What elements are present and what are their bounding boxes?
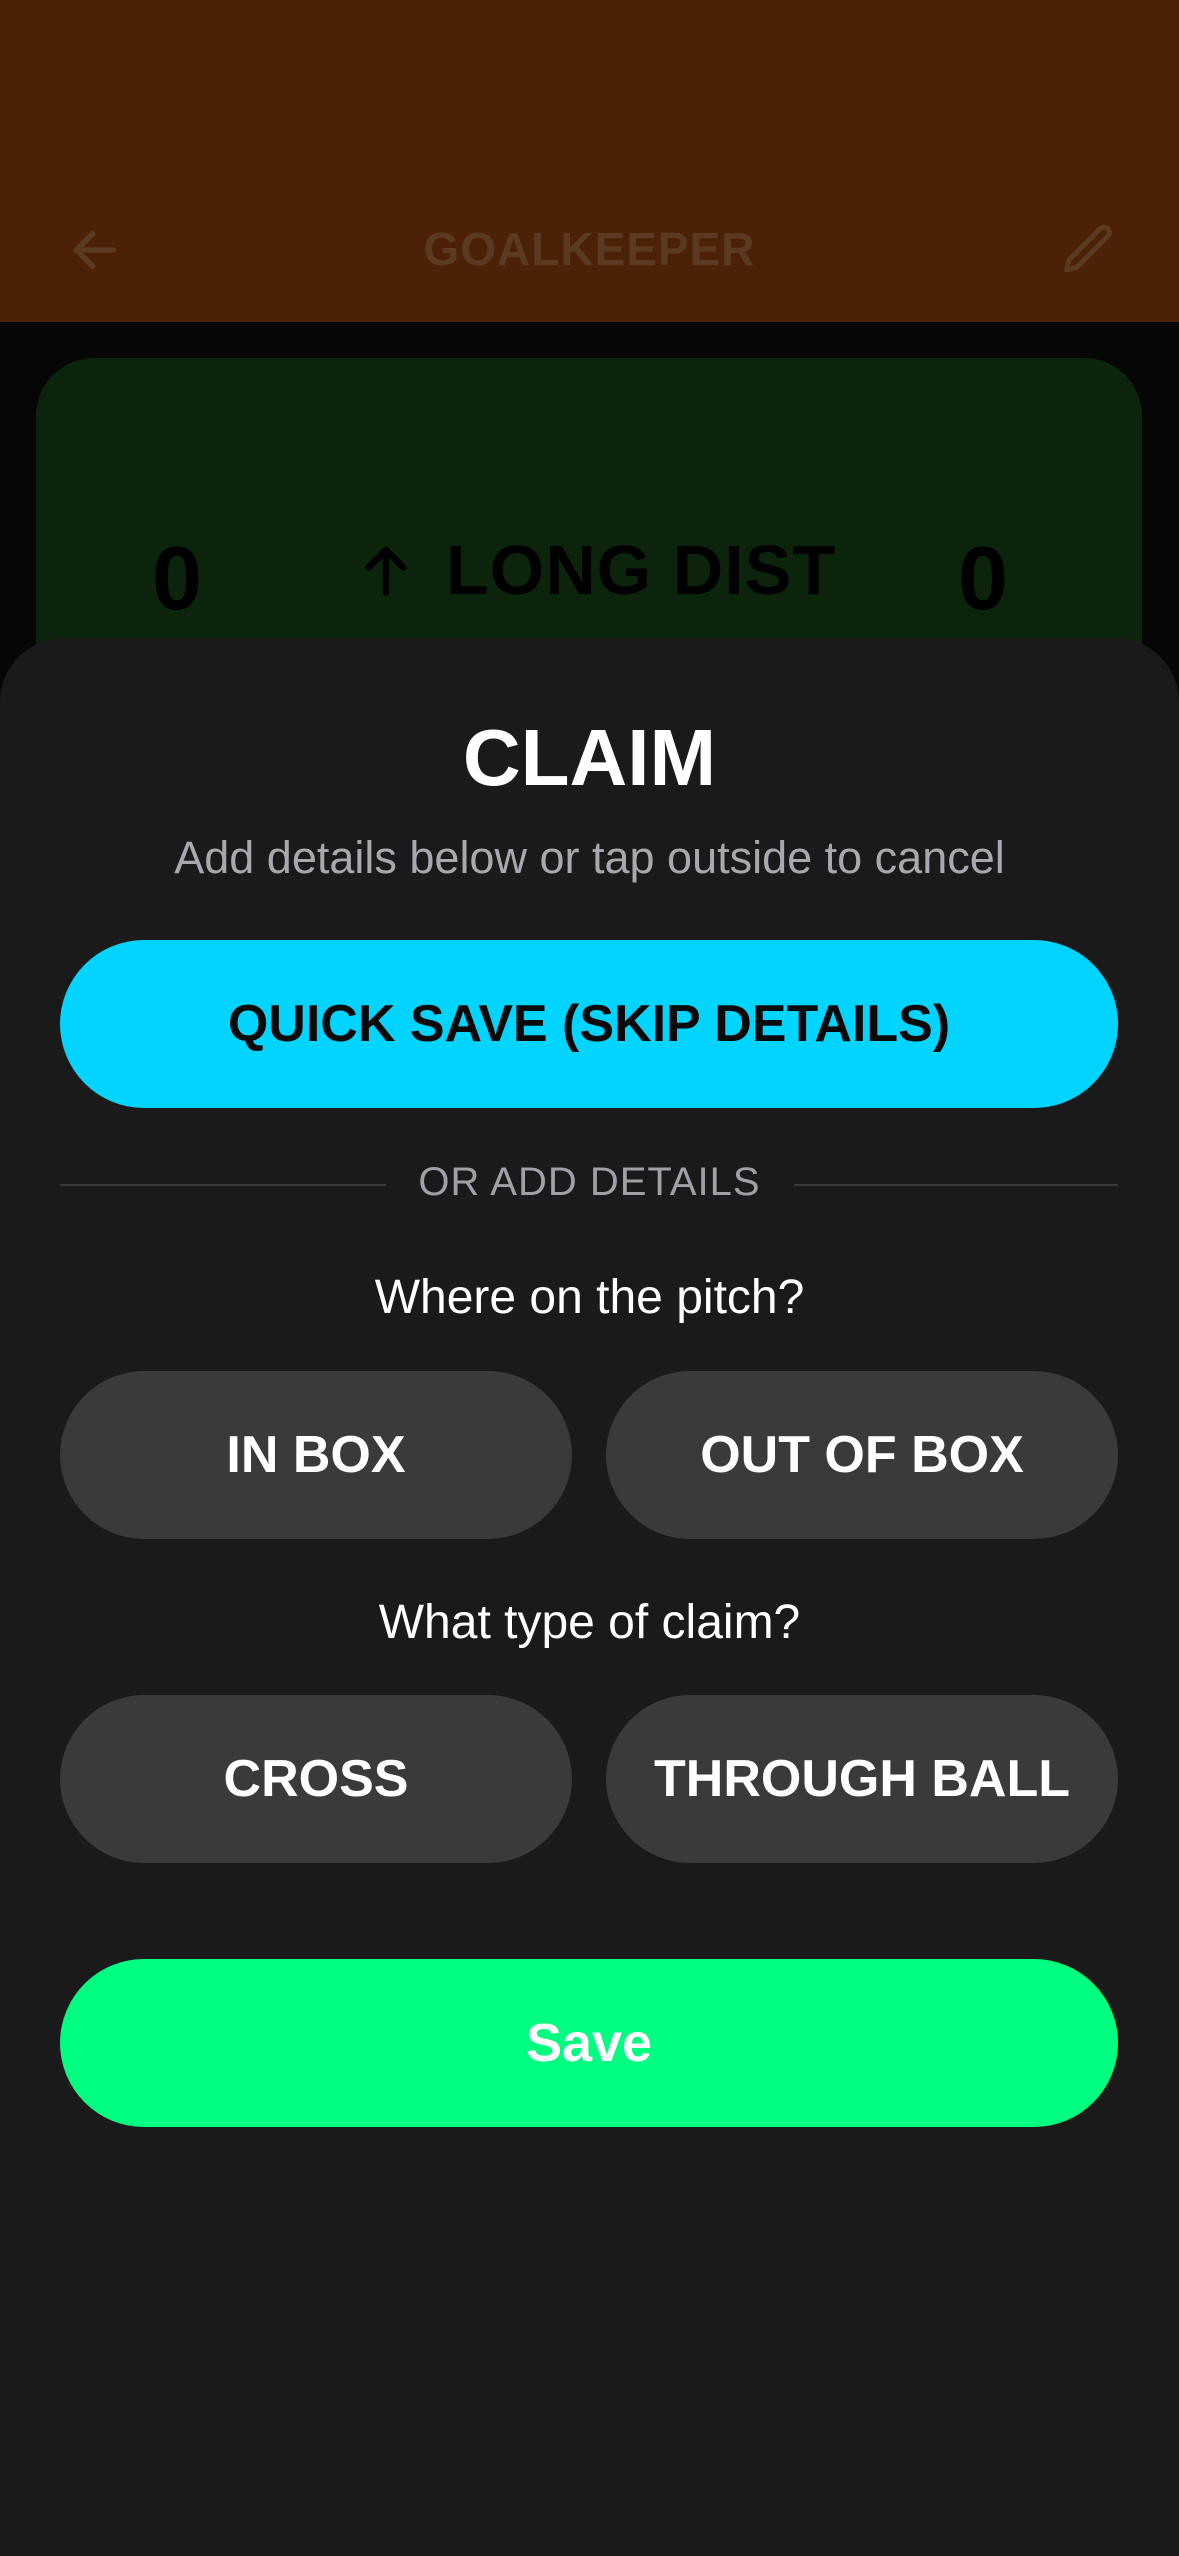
divider-line-right [794,1184,1118,1186]
sheet-subtitle: Add details below or tap outside to canc… [174,832,1005,883]
quick-save-button[interactable]: QUICK SAVE (SKIP DETAILS) [60,940,1118,1108]
stat-left-value: 0 [152,529,203,629]
pencil-icon [1064,224,1112,273]
app-header: GOALKEEPER [0,0,1179,322]
divider-label: OR ADD DETAILS [418,1160,761,1204]
question-claim-type: What type of claim? [378,1596,801,1649]
question-location: Where on the pitch? [374,1271,805,1324]
option-out-of-box[interactable]: OUT OF BOX [606,1371,1118,1539]
stat-right-value: 0 [958,529,1009,629]
page-title: GOALKEEPER [423,223,756,275]
edit-button[interactable] [1049,215,1129,285]
sheet-title: CLAIM [462,713,717,802]
save-button[interactable]: Save [60,1959,1118,2127]
arrow-up-icon [365,546,407,596]
stat-label-text: LONG DIST [446,531,837,609]
option-cross[interactable]: CROSS [60,1695,572,1863]
option-in-box[interactable]: IN BOX [60,1371,572,1539]
stat-label: LONG DIST [356,530,836,610]
option-through-ball[interactable]: THROUGH BALL [606,1695,1118,1863]
